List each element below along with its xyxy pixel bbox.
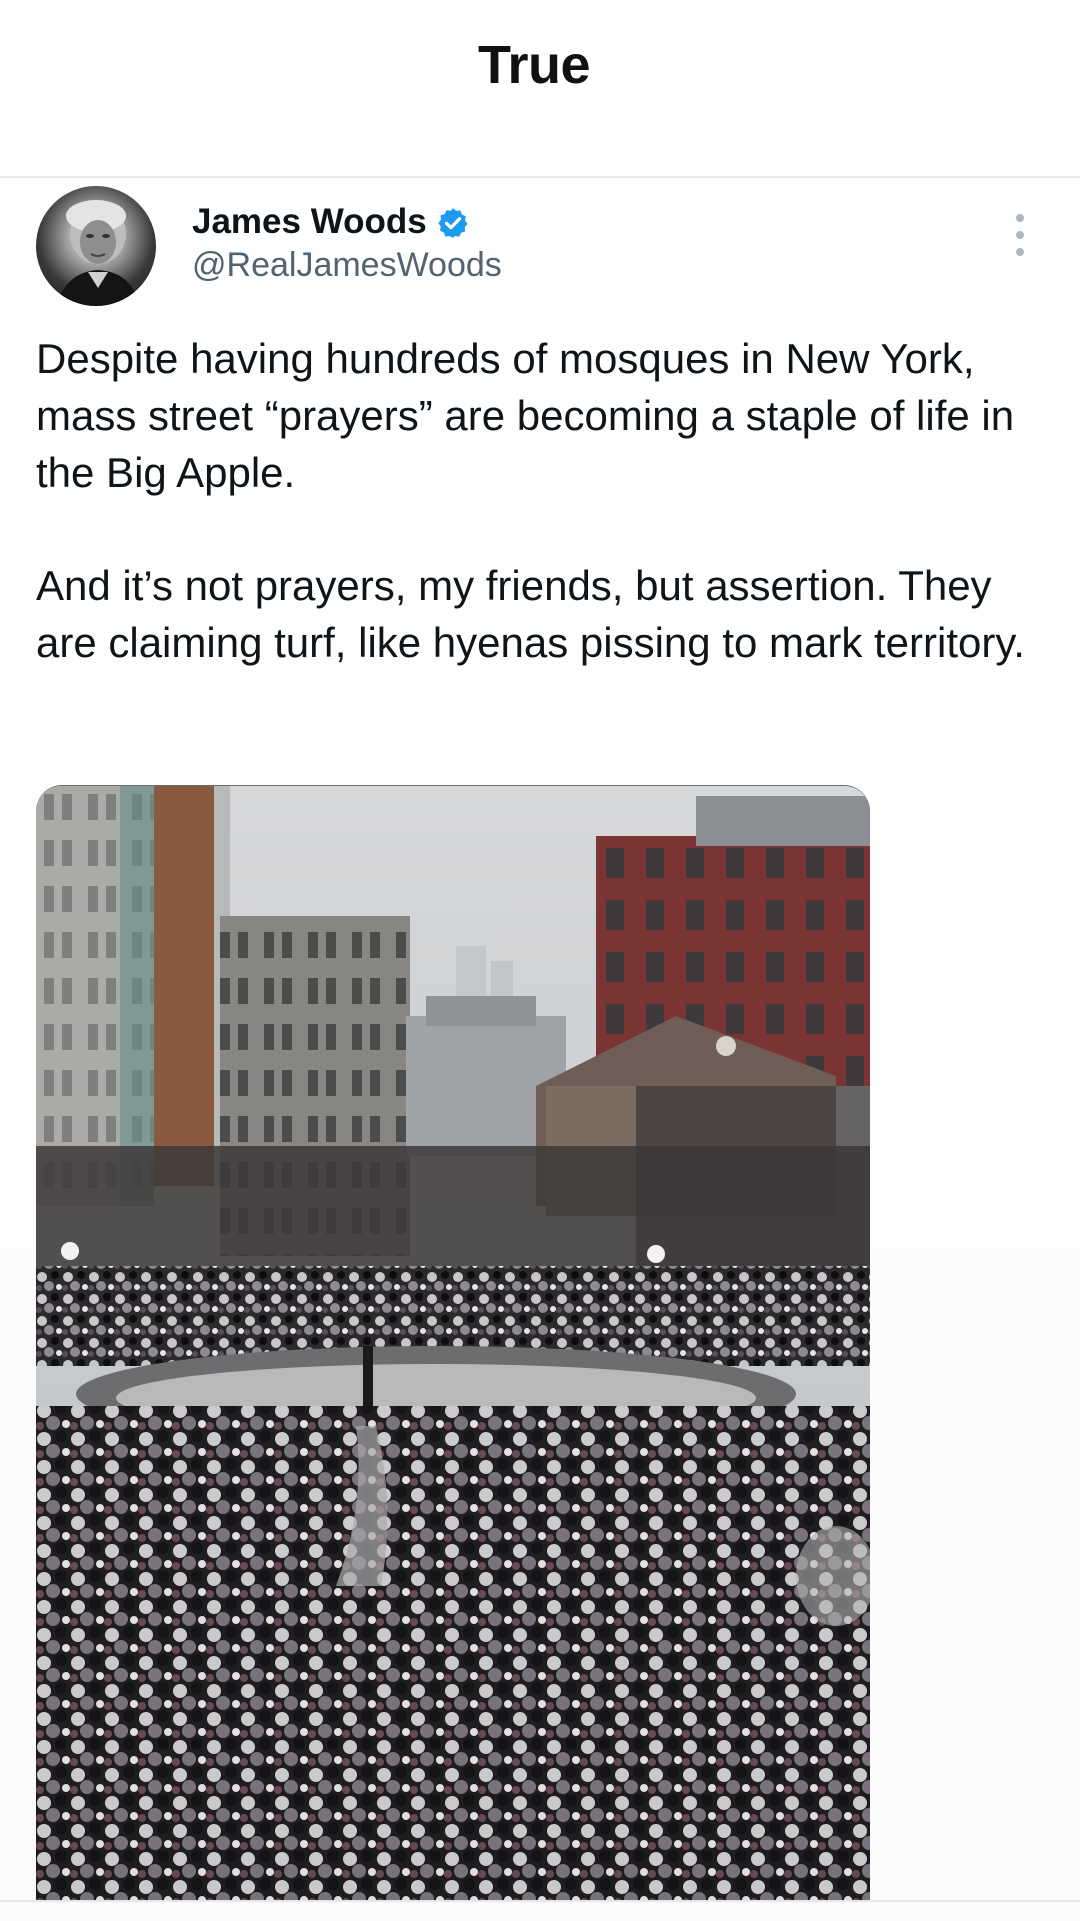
- author-handle[interactable]: @RealJamesWoods: [192, 246, 502, 285]
- more-vertical-icon[interactable]: [1006, 214, 1034, 264]
- page-title: True: [477, 35, 591, 95]
- post-media-video[interactable]: [36, 785, 870, 1902]
- avatar[interactable]: [36, 186, 156, 306]
- header: True: [0, 0, 1080, 176]
- post-paragraph: Despite having hundreds of mosques in Ne…: [36, 335, 1015, 496]
- post-screen: True James Woods @RealJamesWoods Despite…: [0, 0, 1080, 1921]
- author-name[interactable]: James Woods: [192, 202, 427, 242]
- post-text: Despite having hundreds of mosques in Ne…: [36, 330, 1046, 727]
- post-paragraph: And it’s not prayers, my friends, but as…: [36, 562, 1025, 666]
- header-divider: [0, 176, 1080, 178]
- verified-badge-icon: [438, 208, 468, 238]
- bottom-divider: [0, 1900, 1080, 1902]
